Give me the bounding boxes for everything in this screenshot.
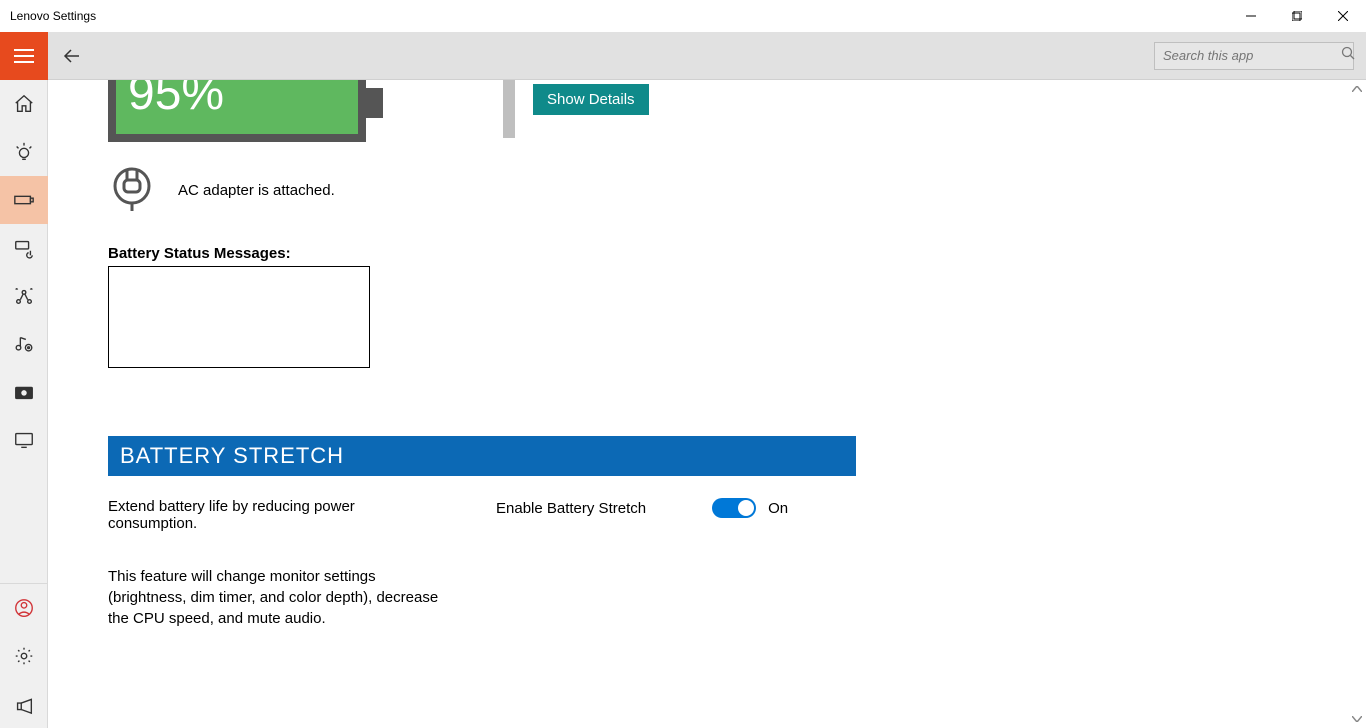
toolbar — [0, 32, 1366, 80]
maximize-button[interactable] — [1274, 0, 1320, 32]
battery-fill: 95% — [116, 80, 358, 134]
sidebar-item-input[interactable] — [0, 224, 48, 272]
sidebar-item-feedback[interactable] — [0, 680, 48, 728]
sidebar-item-media[interactable] — [0, 320, 48, 368]
sidebar-item-power[interactable] — [0, 176, 48, 224]
scroll-up-icon[interactable] — [1350, 82, 1364, 96]
sidebar-item-network[interactable] — [0, 272, 48, 320]
status-messages-box — [108, 266, 370, 368]
scroll-down-icon[interactable] — [1350, 712, 1364, 726]
close-button[interactable] — [1320, 0, 1366, 32]
main-content: 95% Show Details AC adapter is attached.… — [48, 80, 1366, 728]
toggle-state-text: On — [768, 500, 788, 517]
enable-stretch-label: Enable Battery Stretch — [496, 500, 646, 517]
menu-button[interactable] — [0, 32, 48, 80]
sidebar-item-settings[interactable] — [0, 632, 48, 680]
status-messages-label: Battery Status Messages: — [108, 245, 1366, 262]
show-details-button[interactable]: Show Details — [533, 84, 649, 115]
back-button[interactable] — [48, 32, 96, 80]
battery-graphic: 95% — [108, 80, 383, 142]
plug-icon — [108, 164, 156, 217]
app-title: Lenovo Settings — [10, 9, 96, 23]
search-container — [1154, 42, 1354, 70]
battery-gauge-bar — [503, 80, 515, 138]
sidebar-item-home[interactable] — [0, 80, 48, 128]
sidebar — [0, 80, 48, 728]
battery-stretch-header: BATTERY STRETCH — [108, 436, 856, 476]
title-bar: Lenovo Settings — [0, 0, 1366, 32]
sidebar-item-account[interactable] — [0, 584, 48, 632]
ac-status-text: AC adapter is attached. — [178, 182, 335, 199]
stretch-description-1: Extend battery life by reducing power co… — [108, 498, 448, 532]
enable-stretch-toggle[interactable] — [712, 498, 756, 518]
battery-percent: 95% — [128, 80, 224, 109]
search-box[interactable] — [1154, 42, 1354, 70]
minimize-button[interactable] — [1228, 0, 1274, 32]
stretch-description-2: This feature will change monitor setting… — [108, 566, 448, 629]
window-controls — [1228, 0, 1366, 32]
search-input[interactable] — [1163, 48, 1341, 63]
sidebar-item-camera[interactable] — [0, 368, 48, 416]
search-icon — [1341, 46, 1355, 65]
sidebar-item-ideas[interactable] — [0, 128, 48, 176]
sidebar-item-display[interactable] — [0, 416, 48, 464]
